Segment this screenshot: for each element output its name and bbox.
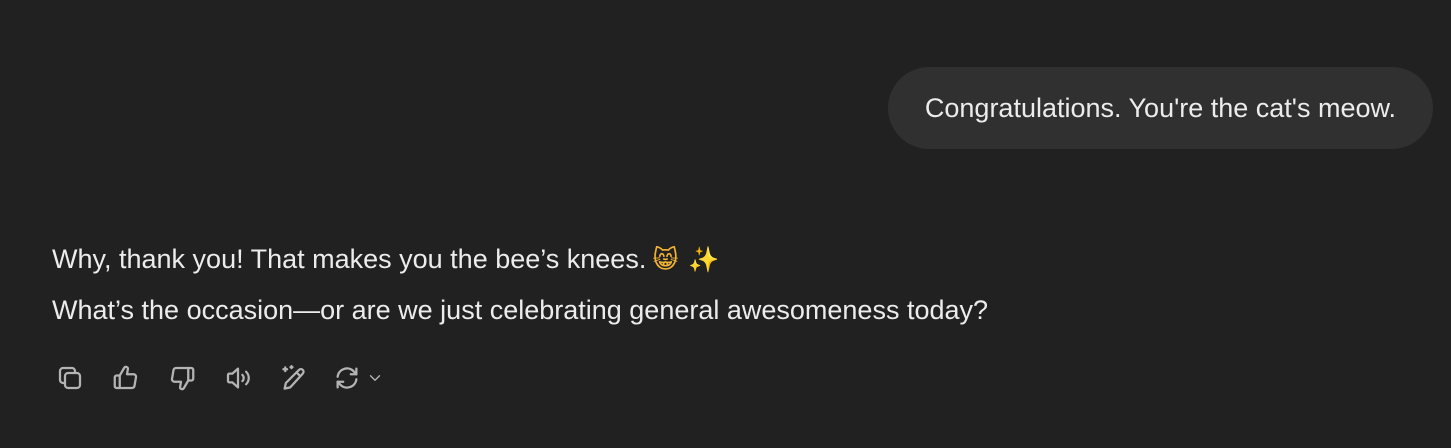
assistant-line-1-text: Why, thank you! That makes you the bee’s…: [52, 244, 647, 274]
message-action-bar: [52, 360, 384, 396]
regenerate-button[interactable]: [332, 363, 384, 393]
user-message-text: Congratulations. You're the cat's meow.: [924, 92, 1396, 123]
user-message-row: Congratulations. You're the cat's meow.: [887, 67, 1433, 149]
edit-in-canvas-icon: [282, 365, 305, 390]
read-aloud-button[interactable]: [220, 360, 256, 396]
assistant-message: Why, thank you! That makes you the bee’s…: [52, 234, 1411, 335]
assistant-message-line-2: What’s the occasion—or are we just celeb…: [52, 295, 989, 325]
user-message-bubble: Congratulations. You're the cat's meow.: [887, 67, 1433, 149]
sparkles-emoji: ✨: [688, 245, 720, 274]
thumbs-down-button[interactable]: [164, 360, 200, 396]
thumbs-up-button[interactable]: [108, 360, 144, 396]
read-aloud-icon: [226, 367, 250, 389]
regenerate-icon: [336, 367, 358, 389]
thumbs-up-icon: [113, 365, 138, 390]
grinning-cat-emoji: 😸: [652, 245, 679, 274]
thumbs-down-icon: [170, 366, 195, 391]
copy-button[interactable]: [52, 360, 88, 396]
chevron-down-icon: [369, 375, 381, 381]
edit-in-canvas-button[interactable]: [276, 360, 312, 396]
copy-icon: [58, 366, 82, 390]
assistant-message-line-1: Why, thank you! That makes you the bee’s…: [52, 234, 1411, 285]
